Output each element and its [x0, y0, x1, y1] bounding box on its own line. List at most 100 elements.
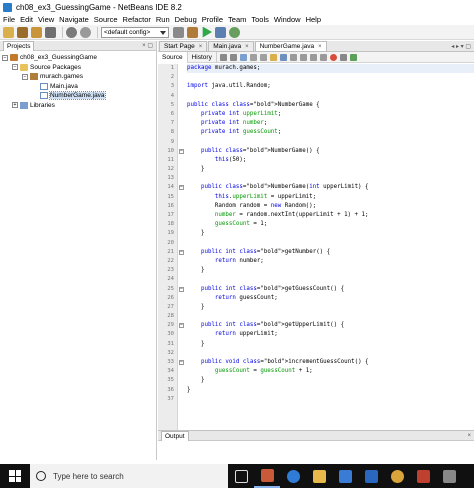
expand-icon[interactable]: +: [12, 102, 18, 109]
code-line[interactable]: import java.util.Random;: [187, 82, 474, 91]
tab-output[interactable]: Output: [161, 430, 189, 441]
shift-right-icon[interactable]: [299, 53, 307, 61]
code-line[interactable]: public int class="bold">getGuessCount() …: [187, 285, 474, 294]
tab-history[interactable]: History: [188, 51, 217, 63]
uncomment-icon[interactable]: [319, 53, 327, 61]
fold-toggle-icon[interactable]: −: [179, 323, 184, 329]
code-text[interactable]: package murach.games;​import java.util.R…: [184, 64, 474, 430]
menu-tools[interactable]: Tools: [251, 15, 269, 24]
save-all-icon[interactable]: [45, 26, 56, 38]
code-line[interactable]: public class class="bold">NumberGame {: [187, 101, 474, 110]
collapse-icon[interactable]: −: [22, 73, 28, 80]
redo-icon[interactable]: [80, 26, 91, 38]
menu-edit[interactable]: Edit: [20, 15, 33, 24]
back-icon[interactable]: [219, 53, 227, 61]
undo-icon[interactable]: [66, 26, 77, 38]
code-line[interactable]: }: [187, 340, 474, 349]
stop-macro-icon[interactable]: [339, 53, 347, 61]
code-line[interactable]: ​: [187, 275, 474, 284]
code-line[interactable]: }: [187, 303, 474, 312]
netbeans-taskbar-icon[interactable]: [254, 464, 280, 488]
code-line[interactable]: private int number;: [187, 119, 474, 128]
menu-file[interactable]: File: [3, 15, 15, 24]
panel-controls[interactable]: × ▢: [142, 42, 153, 49]
code-line[interactable]: ​: [187, 174, 474, 183]
open-project-icon[interactable]: [31, 26, 42, 38]
code-line[interactable]: public int class="bold">getUpperLimit() …: [187, 321, 474, 330]
tab-main-java[interactable]: Main.java ×: [208, 41, 254, 51]
code-line[interactable]: return upperLimit;: [187, 330, 474, 339]
edge-icon[interactable]: [280, 464, 306, 488]
fold-toggle-icon[interactable]: −: [179, 249, 184, 255]
code-line[interactable]: public void class="bold">incrementGuessC…: [187, 358, 474, 367]
forward-icon[interactable]: [229, 53, 237, 61]
tab-source[interactable]: Source: [158, 51, 188, 63]
tree-item[interactable]: − Source Packages: [0, 63, 156, 73]
close-icon[interactable]: ×: [245, 44, 249, 50]
menu-profile[interactable]: Profile: [202, 15, 223, 24]
menu-debug[interactable]: Debug: [175, 15, 197, 24]
code-line[interactable]: ​: [187, 395, 474, 404]
tree-item[interactable]: NumberGame.java: [0, 91, 156, 101]
code-line[interactable]: return number;: [187, 257, 474, 266]
find-previous-icon[interactable]: [249, 53, 257, 61]
code-line[interactable]: public int class="bold">getNumber() {: [187, 248, 474, 257]
fold-toggle-icon[interactable]: −: [179, 185, 184, 191]
code-line[interactable]: ​: [187, 312, 474, 321]
tree-item[interactable]: − ch08_ex3_GuessingGame: [0, 53, 156, 63]
new-file-icon[interactable]: [3, 26, 14, 38]
code-line[interactable]: ​: [187, 349, 474, 358]
menu-help[interactable]: Help: [306, 15, 321, 24]
code-line[interactable]: ​: [187, 239, 474, 248]
tab-controls[interactable]: ◂ ▸ ▾ ▢: [451, 43, 474, 50]
code-line[interactable]: guessCount = guessCount + 1;: [187, 367, 474, 376]
shift-left-icon[interactable]: [289, 53, 297, 61]
code-line[interactable]: Random random = new Random();: [187, 202, 474, 211]
menu-source[interactable]: Source: [94, 15, 118, 24]
debug-icon[interactable]: [215, 26, 226, 38]
menu-refactor[interactable]: Refactor: [123, 15, 151, 24]
tree-item[interactable]: Main.java: [0, 82, 156, 92]
menu-window[interactable]: Window: [274, 15, 301, 24]
fold-toggle-icon[interactable]: −: [179, 360, 184, 365]
code-line[interactable]: ​: [187, 138, 474, 147]
code-line[interactable]: package murach.games;: [187, 64, 474, 74]
file-explorer-icon[interactable]: [306, 464, 332, 488]
store-icon[interactable]: [332, 464, 358, 488]
tree-item[interactable]: + Libraries: [0, 101, 156, 111]
code-editor[interactable]: 1 2 3 4 5 6 7 8 9 10 11 12 13 14 15 16 17 18 19 20 21 22 23 24 2…: [158, 64, 474, 430]
code-line[interactable]: }: [187, 229, 474, 238]
code-line[interactable]: public class="bold">NumberGame(int upper…: [187, 183, 474, 192]
run-icon[interactable]: [202, 26, 212, 38]
find-next-icon[interactable]: [259, 53, 267, 61]
tab-start-page[interactable]: Start Page ×: [159, 41, 208, 51]
toggle-highlight-icon[interactable]: [269, 53, 277, 61]
menu-run[interactable]: Run: [156, 15, 170, 24]
code-line[interactable]: }: [187, 376, 474, 385]
code-line[interactable]: ​: [187, 73, 474, 82]
start-macro-icon[interactable]: [329, 53, 337, 61]
tab-projects[interactable]: Projects: [3, 40, 35, 51]
search-icon[interactable]: [239, 53, 247, 61]
tree-item[interactable]: − murach.games: [0, 72, 156, 82]
output-close-icon[interactable]: ×: [467, 433, 471, 439]
code-line[interactable]: }: [187, 266, 474, 275]
menu-view[interactable]: View: [38, 15, 54, 24]
fold-toggle-icon[interactable]: −: [179, 286, 184, 292]
menu-navigate[interactable]: Navigate: [59, 15, 89, 24]
code-line[interactable]: number = random.nextInt(upperLimit + 1) …: [187, 211, 474, 220]
code-line[interactable]: return guessCount;: [187, 294, 474, 303]
code-line[interactable]: private int upperLimit;: [187, 110, 474, 119]
chrome-icon[interactable]: [384, 464, 410, 488]
diff-icon[interactable]: [349, 53, 357, 61]
collapse-icon[interactable]: −: [12, 64, 18, 71]
build-icon[interactable]: [173, 26, 184, 38]
code-line[interactable]: this.upperLimit = upperLimit;: [187, 193, 474, 202]
new-project-icon[interactable]: [17, 26, 28, 38]
taskbar-search[interactable]: Type here to search: [30, 464, 228, 488]
tab-numbergame-java[interactable]: NumberGame.java ×: [254, 41, 327, 51]
comment-icon[interactable]: [309, 53, 317, 61]
app-icon[interactable]: [436, 464, 462, 488]
code-line[interactable]: }: [187, 165, 474, 174]
config-dropdown[interactable]: <default config>: [101, 26, 169, 38]
